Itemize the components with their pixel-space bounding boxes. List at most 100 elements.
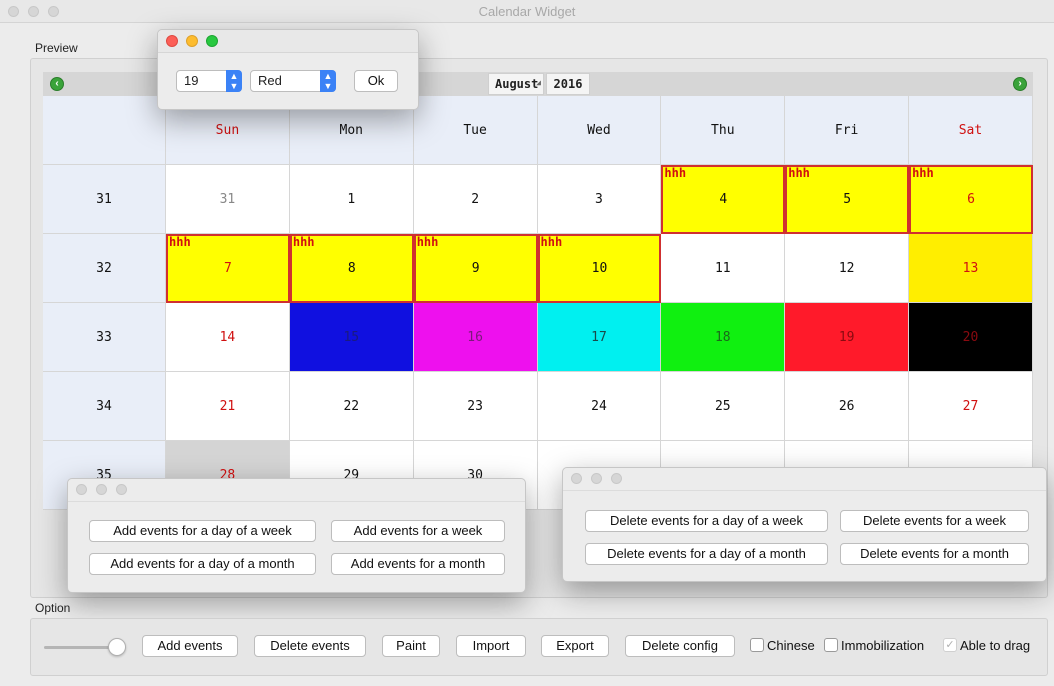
day-cell-colored[interactable]: 18 bbox=[661, 303, 786, 372]
close-popup-button[interactable] bbox=[571, 473, 582, 484]
add-week-button[interactable]: Add events for a week bbox=[331, 520, 505, 542]
day-cell-event[interactable]: hhh 6 bbox=[909, 165, 1033, 234]
month-value: August bbox=[495, 77, 539, 91]
window-title: Calendar Widget bbox=[478, 4, 576, 19]
day-cell-colored[interactable]: 15 bbox=[289, 303, 414, 372]
delete-config-button[interactable]: Delete config bbox=[625, 635, 735, 657]
event-tag: hhh bbox=[416, 235, 439, 249]
day-cell[interactable]: 12 bbox=[785, 234, 910, 303]
able-to-drag-checkbox[interactable]: ✓ bbox=[943, 638, 957, 652]
day-cell-colored[interactable]: 16 bbox=[413, 303, 538, 372]
minimize-popup-button[interactable] bbox=[96, 484, 107, 495]
chinese-checkbox[interactable] bbox=[750, 638, 764, 652]
delete-popup-titlebar bbox=[563, 468, 1046, 491]
month-select[interactable]: August ◢ bbox=[488, 73, 544, 95]
zoom-popup-button[interactable] bbox=[206, 35, 218, 47]
paint-button[interactable]: Paint bbox=[382, 635, 440, 657]
week-number: 31 bbox=[43, 165, 166, 234]
week-column-header bbox=[43, 96, 166, 165]
day-cell-event[interactable]: hhh 8 bbox=[289, 234, 414, 303]
import-button[interactable]: Import bbox=[456, 635, 526, 657]
delete-events-popup: Delete events for a day of a week Delete… bbox=[562, 467, 1047, 582]
able-to-drag-label: Able to drag bbox=[960, 638, 1031, 653]
ok-button[interactable]: Ok bbox=[354, 70, 398, 92]
window-titlebar: Calendar Widget bbox=[0, 0, 1054, 23]
week-number: 32 bbox=[43, 234, 166, 303]
minimize-popup-button[interactable] bbox=[591, 473, 602, 484]
event-tag: hhh bbox=[664, 166, 687, 180]
day-number: 6 bbox=[967, 192, 975, 207]
preview-label: Preview bbox=[35, 41, 78, 55]
chevron-down-icon: ◢ bbox=[536, 78, 541, 87]
day-cell-colored[interactable]: 19 bbox=[785, 303, 910, 372]
day-cell[interactable]: 21 bbox=[166, 372, 290, 441]
day-cell[interactable]: 11 bbox=[661, 234, 786, 303]
delete-day-of-week-button[interactable]: Delete events for a day of a week bbox=[585, 510, 828, 532]
day-cell-event[interactable]: hhh 7 bbox=[166, 234, 290, 303]
event-tag: hhh bbox=[169, 235, 191, 249]
event-tag: hhh bbox=[292, 235, 315, 249]
day-number: 5 bbox=[843, 192, 852, 207]
color-select[interactable]: Red ▲ ▼ bbox=[250, 70, 336, 92]
day-cell[interactable]: 22 bbox=[289, 372, 414, 441]
arrow-right-icon: › bbox=[1018, 78, 1022, 89]
day-cell-colored[interactable]: 17 bbox=[537, 303, 662, 372]
event-tag: hhh bbox=[540, 235, 563, 249]
color-popup-titlebar bbox=[158, 30, 418, 53]
add-day-of-month-button[interactable]: Add events for a day of a month bbox=[89, 553, 316, 575]
option-label: Option bbox=[35, 601, 71, 615]
day-number: 10 bbox=[591, 261, 608, 276]
day-cell[interactable]: 14 bbox=[166, 303, 290, 372]
day-cell-event[interactable]: hhh 10 bbox=[537, 234, 662, 303]
add-day-of-week-button[interactable]: Add events for a day of a week bbox=[89, 520, 316, 542]
add-events-button[interactable]: Add events bbox=[142, 635, 238, 657]
delete-day-of-month-button[interactable]: Delete events for a day of a month bbox=[585, 543, 828, 565]
day-cell[interactable]: 25 bbox=[661, 372, 786, 441]
zoom-popup-button[interactable] bbox=[611, 473, 622, 484]
export-button[interactable]: Export bbox=[541, 635, 609, 657]
day-select[interactable]: 19 ▲ ▼ bbox=[176, 70, 242, 92]
arrow-left-icon: ‹ bbox=[55, 78, 59, 89]
year-select[interactable]: 2016 bbox=[546, 73, 590, 95]
day-cell[interactable]: 1 bbox=[289, 165, 414, 234]
up-down-arrows-icon: ▲ ▼ bbox=[320, 70, 336, 92]
prev-month-button[interactable]: ‹ bbox=[50, 77, 64, 91]
slider-thumb[interactable] bbox=[108, 638, 126, 656]
color-popup-window: 19 ▲ ▼ Red ▲ ▼ Ok bbox=[157, 29, 419, 110]
week-number: 34 bbox=[43, 372, 166, 441]
day-cell[interactable]: 27 bbox=[909, 372, 1033, 441]
day-cell[interactable]: 23 bbox=[413, 372, 538, 441]
add-month-button[interactable]: Add events for a month bbox=[331, 553, 505, 575]
day-number: 7 bbox=[224, 261, 232, 276]
close-popup-button[interactable] bbox=[76, 484, 87, 495]
event-tag: hhh bbox=[912, 166, 934, 180]
event-tag: hhh bbox=[788, 166, 810, 180]
next-month-button[interactable]: › bbox=[1013, 77, 1027, 91]
close-popup-button[interactable] bbox=[166, 35, 178, 47]
day-cell-colored[interactable]: 20 bbox=[909, 303, 1033, 372]
day-cell[interactable]: 2 bbox=[413, 165, 538, 234]
minimize-popup-button[interactable] bbox=[186, 35, 198, 47]
zoom-popup-button[interactable] bbox=[116, 484, 127, 495]
add-popup-titlebar bbox=[68, 479, 525, 502]
day-cell-colored[interactable]: 13 bbox=[909, 234, 1033, 303]
immobilization-checkbox[interactable] bbox=[824, 638, 838, 652]
day-cell-event[interactable]: hhh 9 bbox=[413, 234, 538, 303]
day-cell[interactable]: 3 bbox=[537, 165, 662, 234]
immobilization-label: Immobilization bbox=[841, 638, 925, 653]
day-select-value: 19 bbox=[184, 73, 199, 88]
day-cell[interactable]: 31 bbox=[166, 165, 290, 234]
delete-month-button[interactable]: Delete events for a month bbox=[840, 543, 1029, 565]
header-wed: Wed bbox=[537, 96, 662, 165]
day-cell-event[interactable]: hhh 4 bbox=[661, 165, 786, 234]
day-cell[interactable]: 26 bbox=[785, 372, 910, 441]
chinese-label: Chinese bbox=[767, 638, 815, 653]
delete-week-button[interactable]: Delete events for a week bbox=[840, 510, 1029, 532]
day-cell[interactable]: 24 bbox=[537, 372, 662, 441]
header-thu: Thu bbox=[661, 96, 786, 165]
day-cell-event[interactable]: hhh 5 bbox=[785, 165, 910, 234]
up-down-arrows-icon: ▲ ▼ bbox=[226, 70, 242, 92]
header-fri: Fri bbox=[785, 96, 910, 165]
calendar-grid: Sun Mon Tue Wed Thu Fri Sat 31 31 1 2 3 … bbox=[43, 96, 1033, 510]
delete-events-button[interactable]: Delete events bbox=[254, 635, 366, 657]
